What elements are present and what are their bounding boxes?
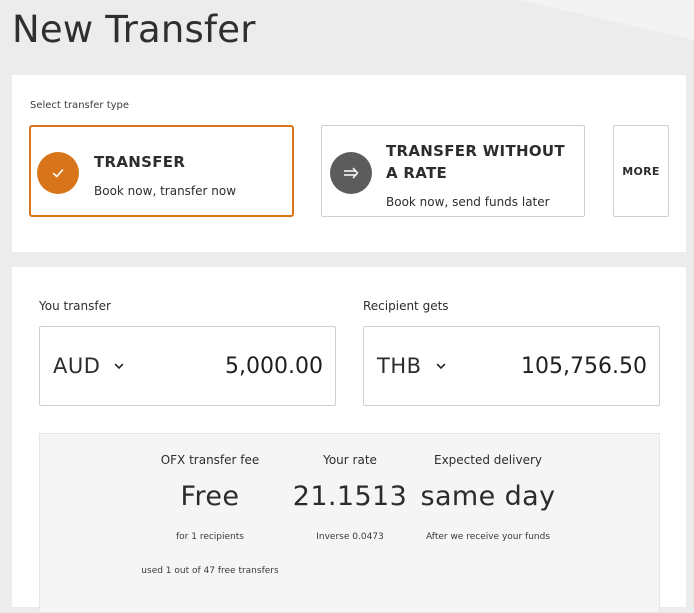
transfer-option-title: TRANSFER bbox=[94, 153, 186, 171]
transfer-summary: OFX transfer fee Free for 1 recipients u… bbox=[39, 433, 660, 613]
send-amount-label: You transfer bbox=[39, 299, 111, 313]
transfer-option-title: TRANSFER WITHOUT A RATE bbox=[386, 142, 565, 182]
transfer-option-without-rate[interactable]: TRANSFER WITHOUT A RATE Book now, send f… bbox=[321, 125, 585, 217]
fee-value: Free bbox=[180, 481, 240, 512]
more-options-label: MORE bbox=[622, 165, 660, 178]
receive-currency-select[interactable]: THB bbox=[377, 351, 447, 381]
delivery-value: same day bbox=[420, 481, 556, 512]
check-icon bbox=[37, 152, 79, 194]
send-currency-code: AUD bbox=[53, 354, 101, 378]
delivery-note: After we receive your funds bbox=[425, 532, 551, 542]
send-amount-box: AUD bbox=[39, 326, 336, 406]
receive-amount-box: THB bbox=[363, 326, 660, 406]
free-transfers-note: used 1 out of 47 free transfers bbox=[141, 566, 279, 576]
fee-label: OFX transfer fee bbox=[160, 453, 260, 467]
transfer-option-transfer[interactable]: TRANSFER Book now, transfer now bbox=[29, 125, 294, 217]
amount-card: You transfer AUD Recipient gets THB OFX … bbox=[12, 267, 686, 613]
receive-amount-input[interactable] bbox=[477, 349, 647, 383]
fee-note: for 1 recipients bbox=[176, 532, 244, 542]
page-title: New Transfer bbox=[12, 8, 256, 51]
more-options-button[interactable]: MORE bbox=[613, 125, 669, 217]
arrow-right-icon bbox=[330, 152, 372, 194]
transfer-option-subtitle: Book now, transfer now bbox=[94, 184, 237, 198]
chevron-down-icon bbox=[435, 360, 447, 372]
send-amount-input[interactable] bbox=[153, 349, 323, 383]
inverse-rate-note: Inverse 0.0473 bbox=[316, 532, 384, 542]
rate-label: Your rate bbox=[323, 453, 377, 467]
receive-currency-code: THB bbox=[377, 354, 422, 378]
rate-value: 21.1513 bbox=[292, 481, 408, 512]
send-currency-select[interactable]: AUD bbox=[53, 351, 125, 381]
receive-amount-label: Recipient gets bbox=[363, 299, 449, 313]
transfer-type-heading: Select transfer type bbox=[30, 100, 130, 111]
delivery-label: Expected delivery bbox=[434, 453, 542, 467]
transfer-option-subtitle: Book now, send funds later bbox=[386, 195, 550, 209]
transfer-type-card: Select transfer type TRANSFER Book now, … bbox=[12, 75, 686, 252]
chevron-down-icon bbox=[113, 360, 125, 372]
